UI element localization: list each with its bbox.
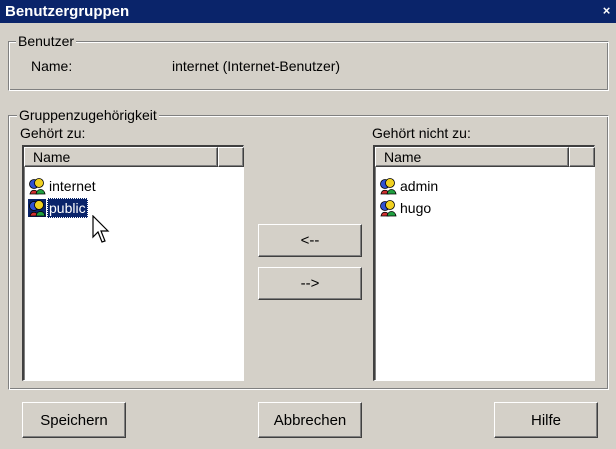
user-groupbox: Benutzer Name: internet (Internet-Benutz… bbox=[8, 32, 609, 91]
help-button[interactable]: Hilfe bbox=[494, 402, 598, 438]
group-icon bbox=[380, 200, 397, 217]
name-value: internet (Internet-Benutzer) bbox=[172, 58, 341, 74]
list-item-internet[interactable]: internet bbox=[28, 176, 98, 196]
group-icon bbox=[29, 178, 46, 195]
window-title: Benutzergruppen bbox=[5, 3, 130, 20]
group-icon bbox=[380, 178, 397, 195]
user-groupbox-legend: Benutzer bbox=[16, 32, 77, 50]
list-item-label: admin bbox=[400, 178, 439, 194]
list-item-admin[interactable]: admin bbox=[379, 176, 440, 196]
title-bar: Benutzergruppen × bbox=[0, 0, 616, 23]
list-item-hugo[interactable]: hugo bbox=[379, 198, 433, 218]
list-item-label: hugo bbox=[400, 200, 432, 216]
member-of-label: Gehört zu: bbox=[20, 125, 86, 141]
save-button[interactable]: Speichern bbox=[22, 402, 126, 438]
close-icon[interactable]: × bbox=[599, 4, 614, 18]
list-item-public[interactable]: public bbox=[28, 198, 88, 218]
membership-groupbox-legend: Gruppenzugehörigkeit bbox=[17, 106, 159, 124]
cancel-button[interactable]: Abbrechen bbox=[258, 402, 362, 438]
remove-from-group-button[interactable]: --> bbox=[258, 267, 362, 300]
member-of-column-spacer bbox=[218, 147, 244, 167]
not-member-of-column-spacer bbox=[569, 147, 595, 167]
mouse-pointer-icon bbox=[92, 215, 110, 243]
member-of-list[interactable]: Name internet public bbox=[22, 145, 244, 381]
list-item-label: public bbox=[47, 198, 88, 218]
add-to-group-button[interactable]: <-- bbox=[258, 224, 362, 257]
not-member-of-column-name[interactable]: Name bbox=[375, 147, 569, 167]
list-item-label: internet bbox=[49, 178, 96, 194]
not-member-of-list[interactable]: Name admin hugo bbox=[373, 145, 595, 381]
member-of-column-name[interactable]: Name bbox=[24, 147, 218, 167]
group-icon bbox=[28, 199, 46, 217]
name-label: Name: bbox=[31, 58, 73, 74]
not-member-of-label: Gehört nicht zu: bbox=[372, 125, 471, 141]
